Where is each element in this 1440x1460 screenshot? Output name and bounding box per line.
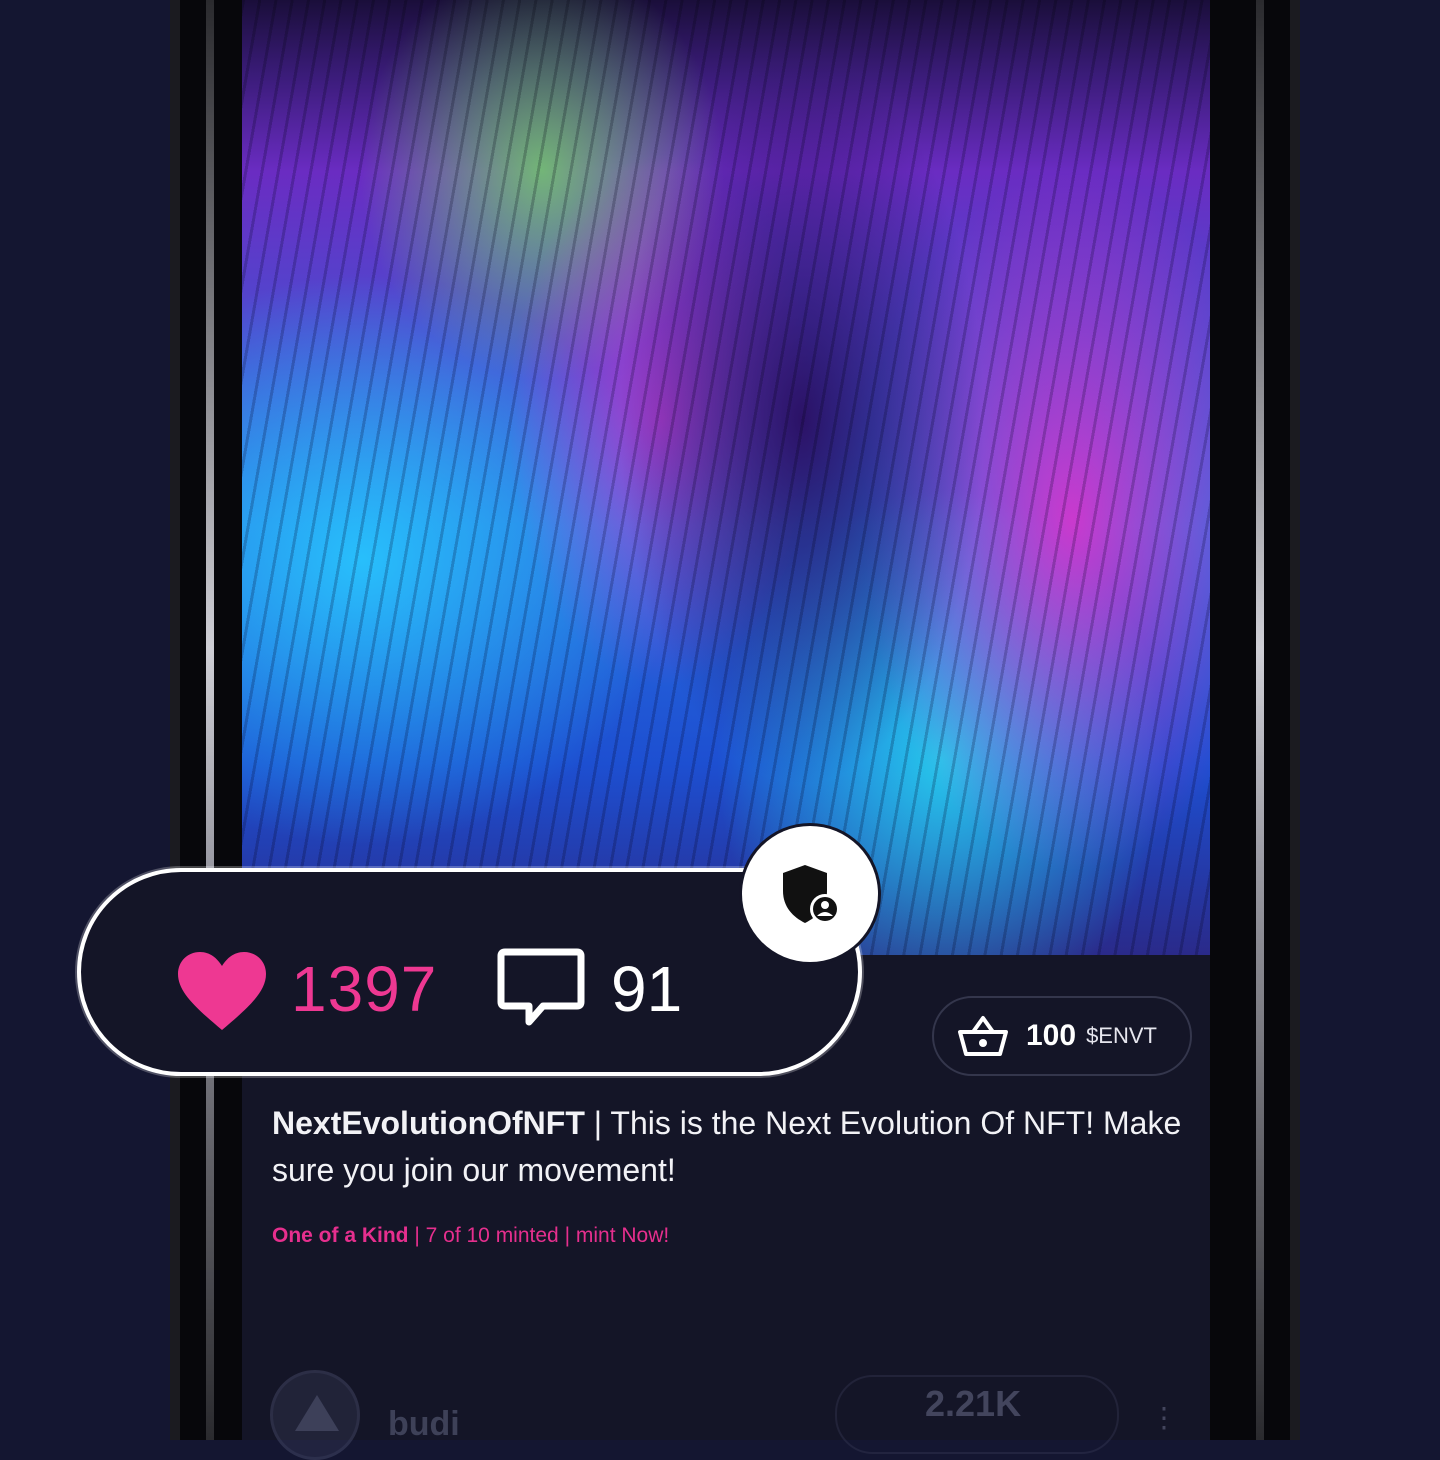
mint-now-link[interactable]: | mint Now! [565,1224,670,1247]
comment-icon[interactable] [495,944,587,1036]
shield-user-icon [783,865,840,924]
nft-artwork[interactable] [242,0,1210,955]
more-options-icon[interactable]: ⋮ [1150,1401,1178,1434]
buy-button[interactable]: 100 $ENVT [932,996,1192,1076]
artwork-texture [242,0,1210,955]
comment-count: 91 [611,953,683,1025]
heart-icon[interactable] [176,950,268,1032]
verified-badge[interactable] [742,826,878,962]
price-amount: 100 [1026,1019,1077,1052]
avatar[interactable] [270,1370,360,1460]
edition-info: One of a Kind | 7 of 10 minted | mint No… [272,1224,669,1248]
next-post-user[interactable]: budi [388,1405,460,1444]
edition-kind: One of a Kind [272,1224,409,1247]
basket-icon [958,1016,1008,1056]
post-caption: NextEvolutionOfNFT | This is the Next Ev… [272,1100,1192,1194]
next-post-count: 2.21K [925,1383,1022,1424]
next-post-preview: budi 2.21K ⋮ [270,1365,1200,1460]
price-token: $ENVT [1086,1023,1157,1048]
edition-minted: | 7 of 10 minted [414,1224,559,1247]
like-count: 1397 [291,953,438,1025]
creator-handle[interactable]: NextEvolutionOfNFT [272,1105,585,1141]
